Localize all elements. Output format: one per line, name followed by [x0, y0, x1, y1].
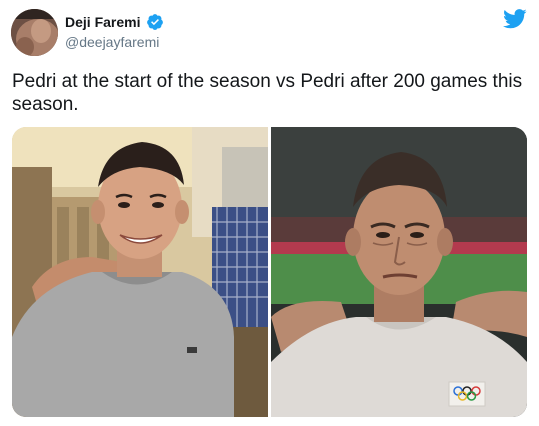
tweet-text: Pedri at the start of the season vs Pedr… [12, 71, 523, 115]
author-avatar[interactable] [11, 9, 58, 56]
author-handle[interactable]: @deejayfaremi [65, 34, 159, 50]
twitter-bird-icon[interactable] [503, 9, 527, 29]
verified-badge-icon [147, 14, 163, 30]
photo-image-right [271, 127, 527, 417]
profile-avatar [11, 9, 58, 56]
photo-image-left [12, 127, 268, 417]
tweet-photo-right[interactable] [271, 127, 527, 417]
tweet-card: Deji Faremi @deejayfaremi Pedri at the s… [0, 0, 539, 426]
tweet-photo-left[interactable] [12, 127, 268, 417]
author-display-name[interactable]: Deji Faremi [65, 14, 140, 30]
tweet-media-grid [12, 127, 527, 417]
